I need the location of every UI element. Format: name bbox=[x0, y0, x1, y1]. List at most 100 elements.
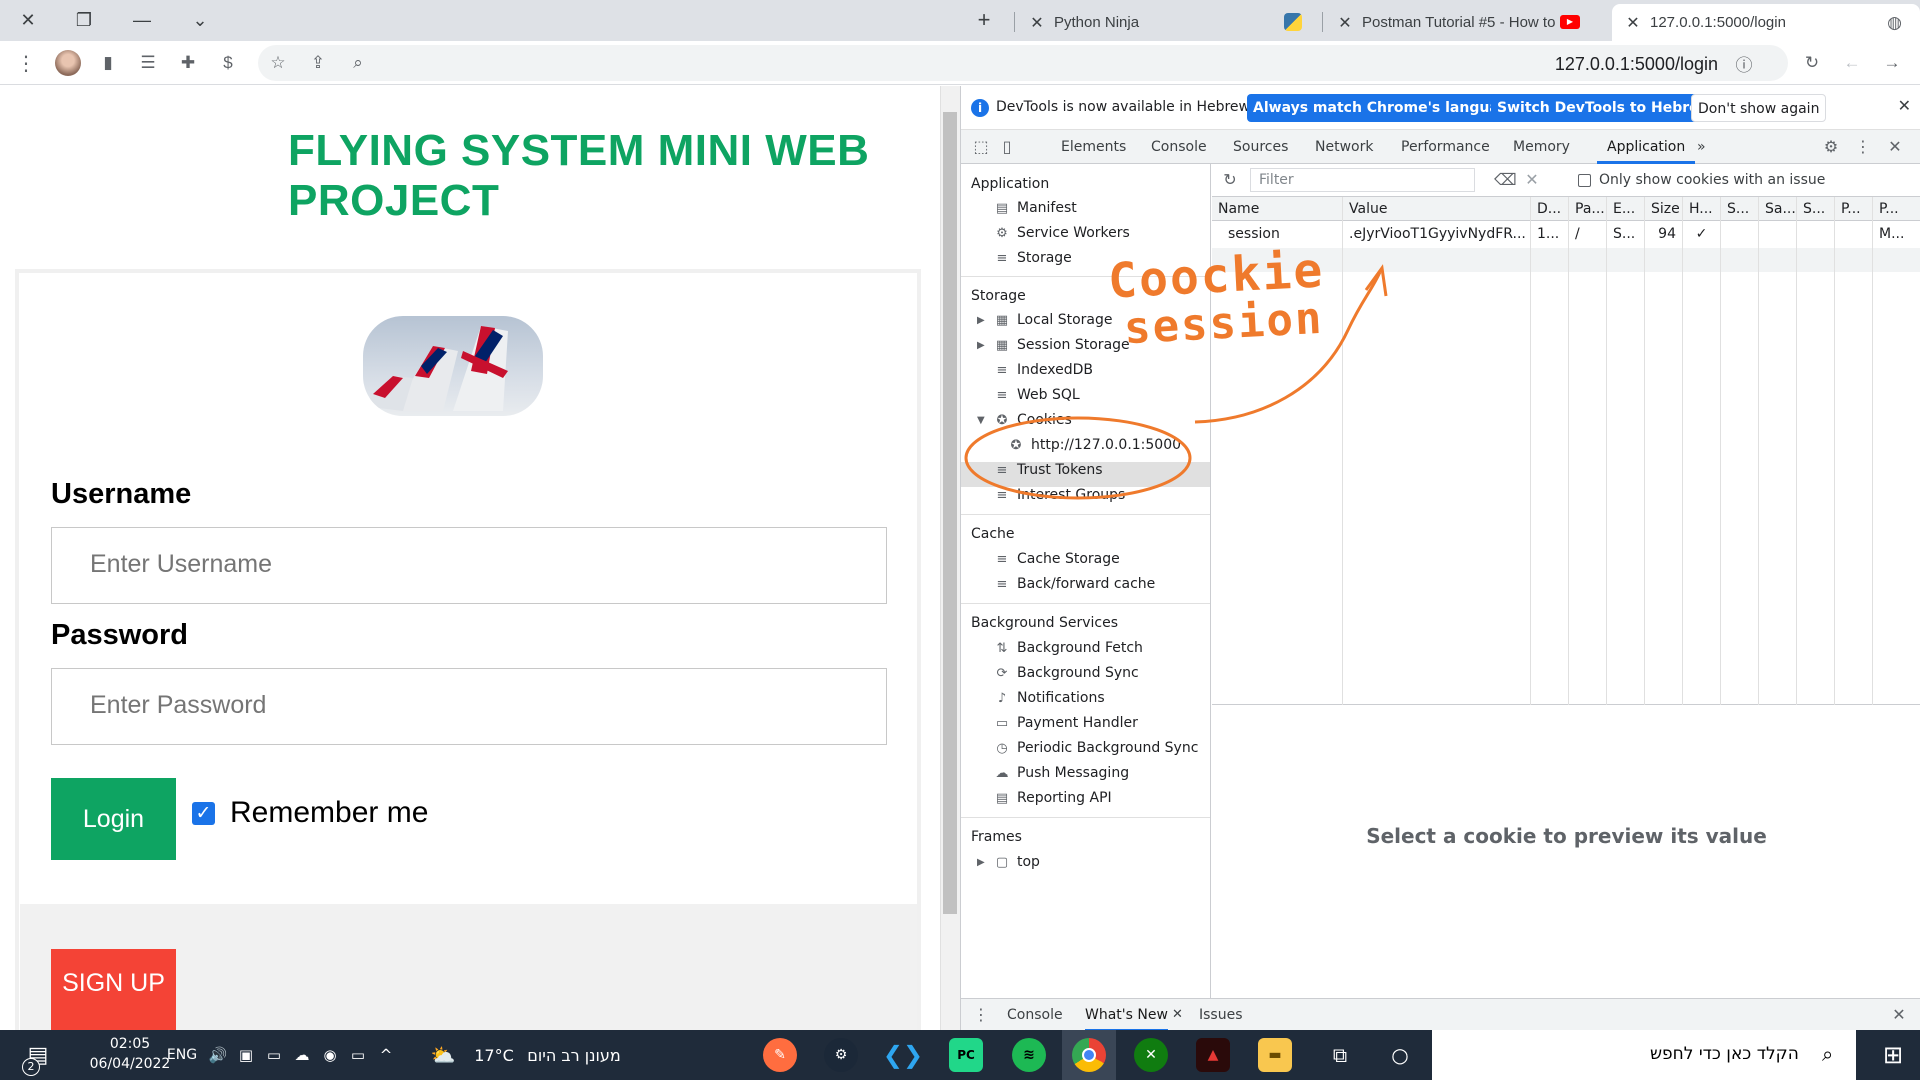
sidebar-item-cookie-origin[interactable]: ✪ http://127.0.0.1:5000 bbox=[1007, 433, 1181, 458]
weather-description[interactable]: מעונן רב היום bbox=[524, 1030, 624, 1080]
reading-list-icon[interactable]: ☰ bbox=[134, 49, 162, 77]
display-icon[interactable]: ▭ bbox=[346, 1030, 370, 1080]
language-indicator[interactable]: ENG bbox=[162, 1030, 202, 1080]
devtools-menu-icon[interactable]: ⋮ bbox=[1853, 137, 1873, 157]
column-header-secure[interactable]: S... bbox=[1721, 197, 1758, 221]
cookie-path-cell[interactable]: / bbox=[1569, 221, 1606, 247]
sidebar-item-cookies[interactable]: ✪ Cookies bbox=[993, 408, 1072, 433]
task-view-icon[interactable]: ⧉ bbox=[1320, 1030, 1360, 1080]
drawer-tab-console[interactable]: Console bbox=[1007, 999, 1063, 1031]
vscode-icon[interactable]: ❮❯ bbox=[883, 1038, 923, 1072]
close-tab-icon[interactable]: ✕ bbox=[1026, 13, 1048, 33]
sidebar-item-notifications[interactable]: ♪ Notifications bbox=[993, 686, 1105, 711]
column-header-partition[interactable]: P... bbox=[1835, 197, 1872, 221]
remember-me-checkbox[interactable]: ✓ bbox=[192, 802, 215, 825]
minimize-window-icon[interactable]: — bbox=[122, 4, 162, 36]
collapse-arrow-icon[interactable]: ▼ bbox=[977, 408, 985, 433]
taskbar-search-box[interactable]: הקלד כאן כדי לחפש ⌕ bbox=[1432, 1030, 1856, 1080]
delete-selected-icon[interactable]: ✕ bbox=[1522, 170, 1542, 190]
only-issues-checkbox[interactable] bbox=[1578, 173, 1591, 187]
sidebar-item-periodic-background-sync[interactable]: ◷ Periodic Background Sync bbox=[993, 736, 1198, 761]
drawer-tab-issues[interactable]: Issues bbox=[1199, 999, 1243, 1031]
sidebar-item-storage[interactable]: ≡ Storage bbox=[993, 246, 1072, 271]
inspect-element-icon[interactable]: ⬚ bbox=[971, 137, 991, 157]
sidebar-item-payment-handler[interactable]: ▭ Payment Handler bbox=[993, 711, 1138, 736]
close-tab-icon[interactable]: ✕ bbox=[1334, 13, 1356, 33]
column-header-domain[interactable]: D... bbox=[1531, 197, 1568, 221]
password-input[interactable]: Enter Password bbox=[51, 668, 887, 745]
profile-avatar[interactable] bbox=[54, 49, 82, 77]
pycharm-icon[interactable]: PC bbox=[949, 1038, 983, 1072]
tab-elements[interactable]: Elements bbox=[1061, 130, 1126, 164]
windows-start-icon[interactable]: ⊞ bbox=[1866, 1030, 1920, 1080]
forward-arrow-icon[interactable]: ← bbox=[1838, 49, 1866, 77]
sidebar-item-indexeddb[interactable]: ≡ IndexedDB bbox=[993, 358, 1093, 383]
sidebar-item-cache-storage[interactable]: ≡ Cache Storage bbox=[993, 547, 1120, 572]
side-panel-icon[interactable]: ▮ bbox=[94, 49, 122, 77]
signup-button[interactable]: SIGN UP bbox=[51, 949, 176, 1030]
tab-postman-tutorial[interactable]: ✕ Postman Tutorial #5 - How to Ma ▶ bbox=[1324, 4, 1596, 41]
drawer-tab-whats-new[interactable]: What's New bbox=[1085, 999, 1168, 1031]
tab-memory[interactable]: Memory bbox=[1513, 130, 1570, 164]
username-input[interactable]: Enter Username bbox=[51, 527, 887, 604]
column-header-value[interactable]: Value bbox=[1343, 197, 1530, 221]
sidebar-item-manifest[interactable]: ▤ Manifest bbox=[993, 196, 1077, 221]
sidebar-item-local-storage[interactable]: ▦ Local Storage bbox=[993, 308, 1113, 333]
expand-arrow-icon[interactable]: ▶ bbox=[977, 333, 985, 358]
column-header-httponly[interactable]: H... bbox=[1683, 197, 1720, 221]
login-button[interactable]: Login bbox=[51, 778, 176, 860]
expand-arrow-icon[interactable]: ▶ bbox=[977, 308, 985, 333]
reload-icon[interactable]: ↻ bbox=[1798, 49, 1826, 77]
column-header-expires[interactable]: E... bbox=[1607, 197, 1644, 221]
show-hidden-icons-chevron[interactable]: ^ bbox=[374, 1030, 398, 1080]
tab-network[interactable]: Network bbox=[1315, 130, 1373, 164]
expand-arrow-icon[interactable]: ▶ bbox=[977, 850, 985, 875]
clear-filtered-icon[interactable]: ⌫ bbox=[1494, 170, 1517, 190]
zoom-icon[interactable]: ⌕ bbox=[344, 49, 372, 77]
sidebar-item-interest-groups[interactable]: ≡ Interest Groups bbox=[993, 483, 1126, 508]
network-icon[interactable]: ▣ bbox=[234, 1030, 258, 1080]
tab-localhost-login[interactable]: ✕ 127.0.0.1:5000/login ◍ bbox=[1612, 4, 1920, 41]
column-header-path[interactable]: Pa... bbox=[1569, 197, 1606, 221]
refresh-icon[interactable]: ↻ bbox=[1220, 170, 1240, 190]
settings-gear-icon[interactable]: ⚙ bbox=[1821, 137, 1841, 157]
cookie-size-cell[interactable]: 94 bbox=[1645, 221, 1682, 247]
cookie-priority-cell[interactable]: M... bbox=[1873, 221, 1920, 247]
tray-app-icon[interactable]: ◉ bbox=[318, 1030, 342, 1080]
omnibox[interactable]: ☆ ⇪ ⌕ 127.0.0.1:5000/login ⓘ bbox=[258, 45, 1788, 81]
tab-performance[interactable]: Performance bbox=[1401, 130, 1490, 164]
drawer-menu-icon[interactable]: ⋮ bbox=[971, 1005, 991, 1025]
column-header-sameparty[interactable]: S... bbox=[1797, 197, 1834, 221]
site-info-icon[interactable]: ⓘ bbox=[1730, 49, 1758, 77]
weather-temperature[interactable]: 17°C bbox=[464, 1030, 524, 1080]
column-header-size[interactable]: Size bbox=[1645, 197, 1682, 221]
column-header-name[interactable]: Name bbox=[1212, 197, 1342, 221]
volume-icon[interactable]: 🔊 bbox=[206, 1030, 230, 1080]
sidebar-item-top-frame[interactable]: ▢ top bbox=[993, 850, 1040, 875]
cookie-httponly-cell[interactable]: ✓ bbox=[1683, 221, 1720, 247]
sidebar-item-background-sync[interactable]: ⟳ Background Sync bbox=[993, 661, 1139, 686]
tab-search-chevron-icon[interactable]: ⌄ bbox=[180, 4, 220, 36]
close-infobar-icon[interactable]: ✕ bbox=[1898, 96, 1911, 115]
dont-show-again-button[interactable]: Don't show again bbox=[1691, 94, 1827, 122]
xbox-icon[interactable]: ✕ bbox=[1134, 1038, 1168, 1072]
sidebar-item-service-workers[interactable]: ⚙ Service Workers bbox=[993, 221, 1130, 246]
column-header-priority[interactable]: P... bbox=[1873, 197, 1920, 221]
close-window-icon[interactable]: ✕ bbox=[8, 4, 48, 36]
share-icon[interactable]: ⇪ bbox=[304, 49, 332, 77]
page-scrollbar-thumb[interactable] bbox=[943, 112, 957, 914]
sidebar-item-background-fetch[interactable]: ⇅ Background Fetch bbox=[993, 636, 1143, 661]
url-text[interactable]: 127.0.0.1:5000/login bbox=[1555, 54, 1718, 75]
cloud-sync-icon[interactable]: ☁ bbox=[290, 1030, 314, 1080]
file-explorer-icon[interactable]: ▬ bbox=[1258, 1038, 1292, 1072]
close-drawer-icon[interactable]: ✕ bbox=[1889, 1005, 1909, 1025]
close-devtools-icon[interactable]: ✕ bbox=[1885, 137, 1905, 157]
dollar-extension-icon[interactable]: $ bbox=[214, 49, 242, 77]
tab-application[interactable]: Application bbox=[1597, 130, 1696, 164]
always-match-language-button[interactable]: Always match Chrome's language bbox=[1247, 94, 1525, 122]
sidebar-item-session-storage[interactable]: ▦ Session Storage bbox=[993, 333, 1130, 358]
switch-to-hebrew-button[interactable]: Switch DevTools to Hebrew bbox=[1491, 94, 1718, 122]
tab-sources[interactable]: Sources bbox=[1233, 130, 1288, 164]
cookie-name-cell[interactable]: session bbox=[1222, 221, 1342, 247]
device-toolbar-icon[interactable]: ▯ bbox=[997, 137, 1017, 157]
